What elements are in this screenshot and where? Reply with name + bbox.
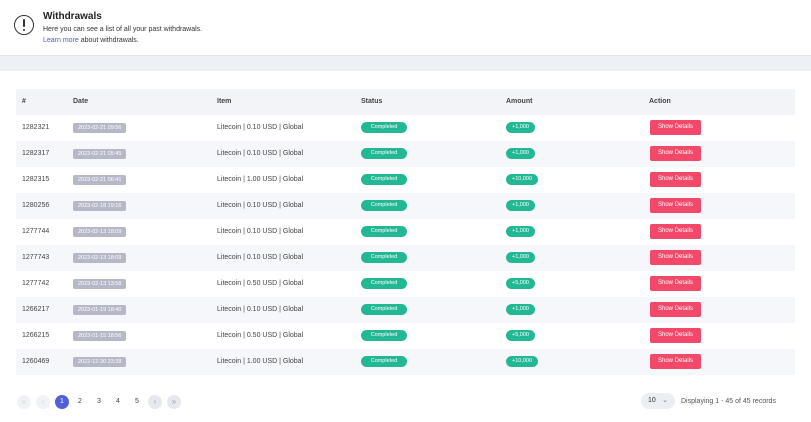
learn-more-line: Learn more about withdrawals.: [43, 37, 139, 44]
status-badge: Completed: [361, 252, 407, 263]
show-details-button[interactable]: Show Details: [650, 354, 701, 369]
item-cell: Litecoin | 0.10 USD | Global: [217, 150, 304, 157]
status-badge: Completed: [361, 278, 407, 289]
learn-more-link[interactable]: Learn more: [43, 37, 79, 44]
amount-badge: +5,000: [506, 330, 535, 341]
show-details-button[interactable]: Show Details: [650, 198, 701, 213]
item-cell: Litecoin | 0.10 USD | Global: [217, 228, 304, 235]
table-row: 1266217 2023-01-19 18:40 Litecoin | 0.10 U…: [16, 297, 795, 323]
date-badge: 2023-02-13 13:58: [73, 279, 127, 289]
table-row: 1266215 2023-01-15 18:56 Litecoin | 0.50 U…: [16, 323, 795, 349]
status-badge: Completed: [361, 226, 407, 237]
header-status: Status: [361, 98, 383, 105]
last-page-button[interactable]: »: [167, 395, 181, 409]
page-2-button[interactable]: 2: [73, 395, 87, 409]
table-row: 1282317 2023-02-21 05:45 Litecoin | 0.10 U…: [16, 141, 795, 167]
amount-badge: +1,000: [506, 122, 535, 133]
info-card: Withdrawals Here you can see a list of a…: [0, 0, 811, 56]
date-badge: 2023-02-18 19:16: [73, 201, 127, 211]
table-row: 1260469 2022-12-30 23:38 Litecoin | 1.00 U…: [16, 349, 795, 375]
table-row: 1282321 2023-02-21 09:56 Litecoin | 0.10 U…: [16, 115, 795, 141]
withdrawal-id: 1277743: [22, 254, 50, 261]
records-summary: Displaying 1 - 45 of 45 records: [681, 398, 776, 405]
item-cell: Litecoin | 0.10 USD | Global: [217, 124, 304, 131]
show-details-button[interactable]: Show Details: [650, 302, 701, 317]
withdrawal-id: 1266215: [22, 332, 50, 339]
show-details-button[interactable]: Show Details: [650, 250, 701, 265]
show-details-button[interactable]: Show Details: [650, 146, 701, 161]
date-badge: 2023-02-21 05:45: [73, 149, 127, 159]
date-badge: 2023-01-15 18:56: [73, 331, 127, 341]
table-row: 1280256 2023-02-18 19:16 Litecoin | 0.10 U…: [16, 193, 795, 219]
table-row: 1277744 2023-02-13 18:09 Litecoin | 0.10 U…: [16, 219, 795, 245]
amount-badge: +1,000: [506, 200, 535, 211]
status-badge: Completed: [361, 174, 407, 185]
item-cell: Litecoin | 0.10 USD | Global: [217, 202, 304, 209]
chevron-down-icon: ⌄: [662, 397, 668, 404]
table-row: 1282315 2023-02-21 06:41 Litecoin | 1.00 U…: [16, 167, 795, 193]
amount-badge: +1,000: [506, 304, 535, 315]
withdrawals-table-card: # Date Item Status Amount Action 1282321…: [0, 71, 811, 422]
show-details-button[interactable]: Show Details: [650, 276, 701, 291]
pagination: « ‹ 1 2 3 4 5 › »: [0, 395, 200, 409]
amount-badge: +5,000: [506, 278, 535, 289]
next-page-button[interactable]: ›: [148, 395, 162, 409]
page-size-select[interactable]: 10 ⌄: [641, 393, 675, 409]
date-badge: 2023-02-21 09:56: [73, 123, 127, 133]
learn-more-suffix: about withdrawals.: [78, 37, 139, 44]
header-id: #: [22, 98, 26, 105]
item-cell: Litecoin | 0.50 USD | Global: [217, 332, 304, 339]
page-1-button[interactable]: 1: [55, 395, 69, 409]
item-cell: Litecoin | 0.10 USD | Global: [217, 254, 304, 261]
amount-badge: +1,000: [506, 226, 535, 237]
header-amount: Amount: [506, 98, 533, 105]
page-size-value: 10: [648, 397, 656, 404]
show-details-button[interactable]: Show Details: [650, 120, 701, 135]
item-cell: Litecoin | 1.00 USD | Global: [217, 358, 304, 365]
amount-badge: +1,000: [506, 252, 535, 263]
status-badge: Completed: [361, 304, 407, 315]
show-details-button[interactable]: Show Details: [650, 224, 701, 239]
withdrawal-id: 1277744: [22, 228, 50, 235]
page-5-button[interactable]: 5: [130, 395, 144, 409]
withdrawal-id: 1260469: [22, 358, 50, 365]
show-details-button[interactable]: Show Details: [650, 328, 701, 343]
item-cell: Litecoin | 1.00 USD | Global: [217, 176, 304, 183]
table-row: 1277743 2023-02-13 18:09 Litecoin | 0.10 U…: [16, 245, 795, 271]
prev-page-button[interactable]: ‹: [36, 395, 50, 409]
page-description: Here you can see a list of all your past…: [43, 26, 203, 33]
amount-badge: +10,000: [506, 174, 539, 185]
withdrawal-id: 1280256: [22, 202, 50, 209]
table-row: 1277742 2023-02-13 13:58 Litecoin | 0.50 U…: [16, 271, 795, 297]
item-cell: Litecoin | 0.10 USD | Global: [217, 306, 304, 313]
date-badge: 2023-02-13 18:09: [73, 227, 127, 237]
header-date: Date: [73, 98, 89, 105]
withdrawal-id: 1282317: [22, 150, 50, 157]
page-3-button[interactable]: 3: [92, 395, 106, 409]
status-badge: Completed: [361, 122, 407, 133]
date-badge: 2022-12-30 23:38: [73, 357, 127, 367]
info-icon: [14, 15, 34, 35]
status-badge: Completed: [361, 200, 407, 211]
withdrawal-id: 1266217: [22, 306, 50, 313]
amount-badge: +10,000: [506, 356, 539, 367]
date-badge: 2023-01-19 18:40: [73, 305, 127, 315]
status-badge: Completed: [361, 356, 407, 367]
status-badge: Completed: [361, 330, 407, 341]
withdrawal-id: 1282321: [22, 124, 50, 131]
date-badge: 2023-02-13 18:09: [73, 253, 127, 263]
withdrawal-id: 1282315: [22, 176, 50, 183]
date-badge: 2023-02-21 06:41: [73, 175, 127, 185]
first-page-button[interactable]: «: [17, 395, 31, 409]
table-header: # Date Item Status Amount Action: [16, 89, 795, 115]
amount-badge: +1,000: [506, 148, 535, 159]
page-4-button[interactable]: 4: [111, 395, 125, 409]
page-title: Withdrawals: [43, 11, 102, 22]
withdrawal-id: 1277742: [22, 280, 50, 287]
status-badge: Completed: [361, 148, 407, 159]
item-cell: Litecoin | 0.50 USD | Global: [217, 280, 304, 287]
show-details-button[interactable]: Show Details: [650, 172, 701, 187]
header-item: Item: [217, 98, 232, 105]
header-action: Action: [649, 98, 671, 105]
